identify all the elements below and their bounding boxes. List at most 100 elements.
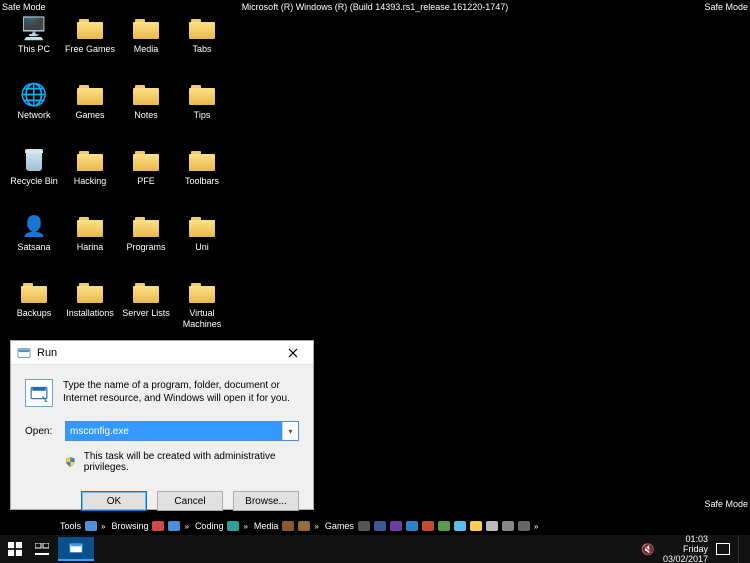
ql-group-games[interactable]: Games » [325, 521, 538, 531]
desktop-icon-notes[interactable]: Notes [118, 82, 174, 146]
ql-group-tools[interactable]: Tools » [60, 521, 105, 531]
ql-app-icon[interactable] [486, 521, 498, 531]
desktop-icon-this-pc[interactable]: 🖥️This PC [6, 16, 62, 80]
show-desktop-button[interactable] [738, 535, 744, 563]
ql-app-icon[interactable] [168, 521, 180, 531]
icon-label: This PC [18, 44, 50, 55]
folder-icon [75, 148, 105, 174]
quicklaunch-bar[interactable]: Tools»Browsing»Coding»Media»Games» [60, 518, 620, 534]
chevron-right-icon[interactable]: » [243, 522, 247, 531]
desktop-icon-satsana[interactable]: 👤Satsana [6, 214, 62, 278]
folder-icon [131, 280, 161, 306]
admin-note: This task will be created with administr… [84, 451, 299, 473]
ql-app-icon[interactable] [374, 521, 386, 531]
taskbar[interactable]: 🔇 01:03 Friday 03/02/2017 [0, 535, 750, 563]
open-input[interactable] [66, 422, 282, 440]
ql-group-label: Tools [60, 521, 81, 531]
folder-icon [187, 82, 217, 108]
task-view-button[interactable] [32, 539, 52, 559]
ql-group-label: Games [325, 521, 354, 531]
chevron-right-icon[interactable]: » [184, 522, 188, 531]
ql-app-icon[interactable] [358, 521, 370, 531]
desktop-icon-programs[interactable]: Programs [118, 214, 174, 278]
recycle-icon [19, 148, 49, 174]
icon-label: Virtual Machines [175, 308, 229, 330]
icon-label: Server Lists [122, 308, 170, 319]
clock-date: 03/02/2017 [663, 554, 708, 563]
run-dialog: Run Type the name of a program, folder, … [10, 340, 314, 510]
ql-app-icon[interactable] [454, 521, 466, 531]
run-description: Type the name of a program, folder, docu… [63, 379, 299, 405]
ql-app-icon[interactable] [502, 521, 514, 531]
run-app-icon [25, 379, 53, 407]
desktop-icon-backups[interactable]: Backups [6, 280, 62, 344]
windows-logo-icon [8, 542, 22, 556]
app-icon: 👤 [19, 214, 49, 240]
desktop-icon-harina[interactable]: Harina [62, 214, 118, 278]
folder-icon [187, 16, 217, 42]
close-button[interactable] [275, 342, 311, 364]
desktop-icon-tips[interactable]: Tips [174, 82, 230, 146]
desktop-icon-tabs[interactable]: Tabs [174, 16, 230, 80]
folder-icon [75, 16, 105, 42]
browse-button[interactable]: Browse... [233, 491, 299, 511]
run-title: Run [37, 347, 275, 359]
icon-label: Installations [66, 308, 114, 319]
icon-label: Tabs [192, 44, 211, 55]
ql-app-icon[interactable] [406, 521, 418, 531]
desktop-icon-server-lists[interactable]: Server Lists [118, 280, 174, 344]
desktop-icon-free-games[interactable]: Free Games [62, 16, 118, 80]
ql-app-icon[interactable] [390, 521, 402, 531]
ql-app-icon[interactable] [227, 521, 239, 531]
ql-group-media[interactable]: Media » [254, 521, 319, 531]
ql-group-label: Media [254, 521, 279, 531]
desktop-icon-recycle-bin[interactable]: Recycle Bin [6, 148, 62, 212]
folder-icon [131, 148, 161, 174]
run-titlebar[interactable]: Run [11, 341, 313, 365]
icon-label: Media [134, 44, 159, 55]
desktop-icon-games[interactable]: Games [62, 82, 118, 146]
icon-label: Backups [17, 308, 52, 319]
desktop-icon-hacking[interactable]: Hacking [62, 148, 118, 212]
chevron-down-icon: ▾ [288, 427, 292, 436]
desktop-icon-uni[interactable]: Uni [174, 214, 230, 278]
icon-label: Hacking [74, 176, 107, 187]
ql-app-icon[interactable] [422, 521, 434, 531]
ql-group-coding[interactable]: Coding» [195, 521, 248, 531]
folder-icon [75, 280, 105, 306]
folder-icon [131, 214, 161, 240]
ql-app-icon[interactable] [152, 521, 164, 531]
open-combobox[interactable]: ▾ [65, 421, 299, 441]
desktop-icon-pfe[interactable]: PFE [118, 148, 174, 212]
taskbar-running-run[interactable] [58, 537, 94, 561]
icon-label: Network [17, 110, 50, 121]
start-button[interactable] [0, 535, 30, 563]
ql-app-icon[interactable] [518, 521, 530, 531]
safemode-top-left: Safe Mode [2, 2, 46, 12]
icon-label: Toolbars [185, 176, 219, 187]
clock[interactable]: 01:03 Friday 03/02/2017 [663, 534, 708, 563]
chevron-right-icon[interactable]: » [534, 522, 538, 531]
cancel-button[interactable]: Cancel [157, 491, 223, 511]
run-icon [17, 346, 31, 360]
icon-label: PFE [137, 176, 155, 187]
desktop-icon-media[interactable]: Media [118, 16, 174, 80]
ql-app-icon[interactable] [470, 521, 482, 531]
desktop-icon-virtual-machines[interactable]: Virtual Machines [174, 280, 230, 344]
ql-app-icon[interactable] [438, 521, 450, 531]
action-center-icon[interactable] [716, 543, 730, 555]
ok-button[interactable]: OK [81, 491, 147, 511]
ql-app-icon[interactable] [298, 521, 310, 531]
desktop-icon-network[interactable]: 🌐Network [6, 82, 62, 146]
chevron-right-icon[interactable]: » [314, 522, 318, 531]
desktop-icon-installations[interactable]: Installations [62, 280, 118, 344]
desktop-icon-toolbars[interactable]: Toolbars [174, 148, 230, 212]
combobox-dropdown-button[interactable]: ▾ [282, 422, 298, 440]
ql-group-browsing[interactable]: Browsing» [111, 521, 188, 531]
volume-icon[interactable]: 🔇 [641, 542, 655, 556]
icon-label: Tips [194, 110, 211, 121]
ql-app-icon[interactable] [282, 521, 294, 531]
icon-label: Games [75, 110, 104, 121]
chevron-right-icon[interactable]: » [101, 522, 105, 531]
ql-app-icon[interactable] [85, 521, 97, 531]
